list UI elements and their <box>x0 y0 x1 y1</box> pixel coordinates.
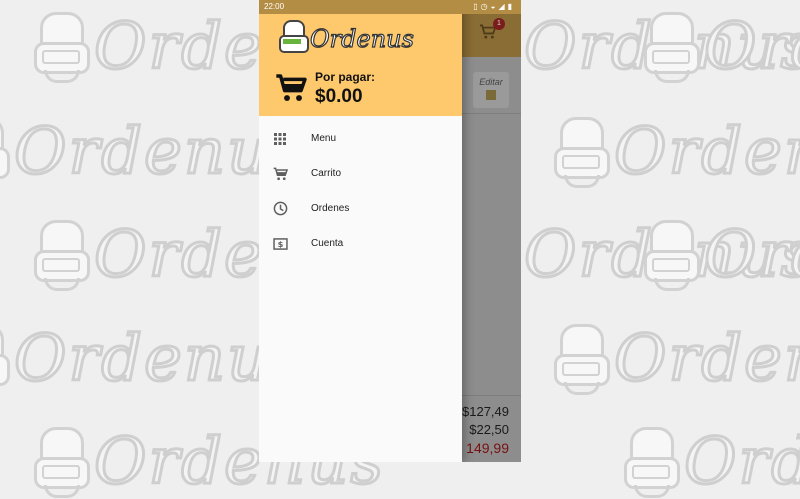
chef-logo-icon <box>277 20 309 54</box>
phone-screen: 22:00 ▯◷◒◢▮ 1 Editar $127,49 $22,50 149,… <box>259 0 521 462</box>
status-icons: ▯◷◒◢▮ <box>473 2 515 11</box>
watermark-logo: Ordenus <box>620 424 800 499</box>
svg-text:$: $ <box>277 239 283 249</box>
edit-label: Editar <box>479 77 503 87</box>
amount-due-label: Por pagar: <box>315 70 376 84</box>
app-logo: Ordenus <box>277 20 415 54</box>
dollar-icon: $ <box>272 236 288 252</box>
cart-icon <box>272 166 288 182</box>
drawer-item-carrito[interactable]: Carrito <box>259 156 462 191</box>
watermark-logo: Ordenus <box>640 9 800 86</box>
tax-value: $22,50 <box>469 422 509 437</box>
brand-name: Ordenus <box>309 24 414 53</box>
drawer-menu: Menu Carrito Ordenes $ Cuenta <box>259 121 462 261</box>
drawer-item-ordenes[interactable]: Ordenes <box>259 191 462 226</box>
subtotal-value: $127,49 <box>462 404 509 419</box>
drawer-item-menu[interactable]: Menu <box>259 121 462 156</box>
drawer-item-label: Ordenes <box>311 203 350 214</box>
battery-icon: ▮ <box>507 2 515 11</box>
signal-icon: ◢ <box>498 2 508 11</box>
watermark-logo: Ordenus <box>550 321 800 398</box>
drawer-item-cuenta[interactable]: $ Cuenta <box>259 226 462 261</box>
drawer-item-label: Carrito <box>311 168 342 179</box>
drawer-header: Ordenus Por pagar: $0.00 <box>259 14 462 116</box>
amount-due-value: $0.00 <box>315 86 363 107</box>
watermark-logo: Ordenus <box>550 114 800 191</box>
watermark-logo: Ordenus <box>640 217 800 294</box>
order-totals: $127,49 $22,50 149,99 <box>462 403 509 457</box>
navigation-drawer: Ordenus Por pagar: $0.00 Menu Carrito Or… <box>259 0 462 462</box>
drawer-item-label: Menu <box>311 133 337 144</box>
vibrate-icon: ▯ <box>473 2 481 11</box>
cart-icon <box>275 73 307 105</box>
status-bar: 22:00 ▯◷◒◢▮ <box>259 0 521 14</box>
total-value: 149,99 <box>466 440 509 456</box>
clock-icon <box>272 201 288 217</box>
cart-count-badge: 1 <box>493 18 505 30</box>
drawer-item-label: Cuenta <box>311 238 344 249</box>
alarm-icon: ◷ <box>480 2 491 11</box>
grid-icon <box>272 131 288 147</box>
edit-icon <box>486 90 496 100</box>
status-time: 22:00 <box>264 2 285 11</box>
amount-due: Por pagar: $0.00 <box>275 70 375 108</box>
edit-button[interactable]: Editar <box>473 72 509 108</box>
